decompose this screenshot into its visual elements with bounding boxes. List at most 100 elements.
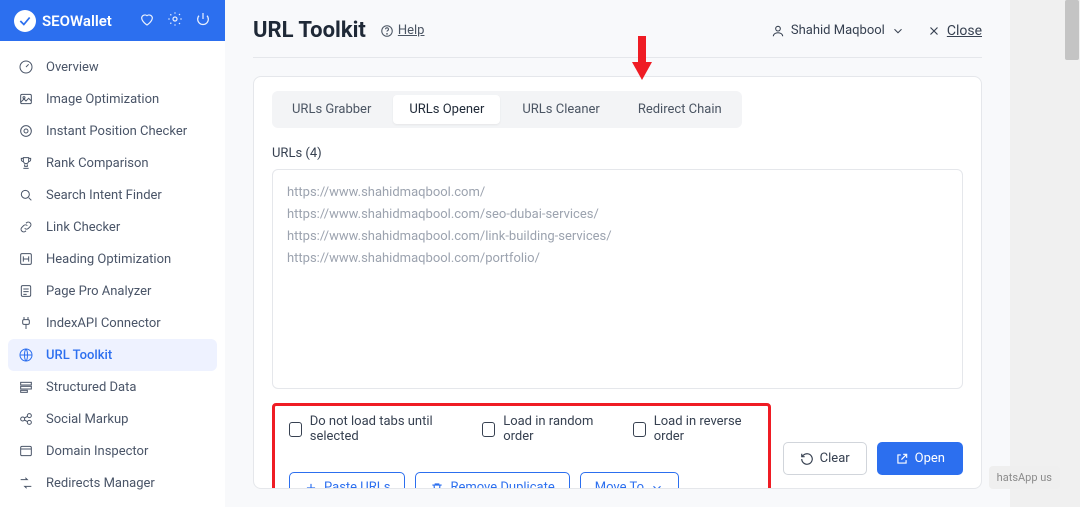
sidebar-item-overview[interactable]: Overview	[8, 51, 217, 83]
sidebar-item-label: Structured Data	[46, 380, 136, 395]
brand-name: SEOWallet	[42, 12, 112, 30]
sidebar-item-image-optimization[interactable]: Image Optimization	[8, 83, 217, 115]
tab-urls-grabber[interactable]: URLs Grabber	[276, 95, 387, 124]
social-icon	[18, 411, 34, 427]
brand-icon	[14, 10, 36, 32]
sidebar-item-label: Image Optimization	[46, 92, 159, 107]
dedupe-label: Remove Duplicate	[450, 480, 554, 489]
reset-icon	[800, 452, 814, 466]
sidebar-item-indexapi-connector[interactable]: IndexAPI Connector	[8, 307, 217, 339]
moveto-label: Move To	[595, 480, 644, 489]
target-icon	[18, 123, 34, 139]
struct-icon	[18, 379, 34, 395]
close-label: Close	[947, 23, 982, 39]
clear-label: Clear	[820, 451, 850, 466]
gauge-icon	[18, 59, 34, 75]
header-icons	[139, 11, 211, 31]
highlighted-options: Do not load tabs until selected Load in …	[272, 403, 771, 489]
open-icon	[895, 452, 909, 466]
whatsapp-widget[interactable]: hatsApp us	[989, 466, 1060, 489]
heart-icon[interactable]	[139, 11, 155, 31]
title-wrap: URL Toolkit Help	[253, 18, 424, 43]
sidebar-item-label: Instant Position Checker	[46, 124, 187, 139]
sidebar-item-label: Search Intent Finder	[46, 188, 162, 203]
right-buttons: Clear Open	[783, 442, 963, 475]
sidebar-item-link-checker[interactable]: Link Checker	[8, 211, 217, 243]
topbar-right: Shahid Maqbool Close	[771, 23, 982, 39]
browser-scrollbar	[1010, 0, 1080, 507]
power-icon[interactable]	[195, 11, 211, 31]
open-button[interactable]: Open	[877, 442, 963, 475]
tab-redirect-chain[interactable]: Redirect Chain	[622, 95, 738, 124]
sidebar-item-search-intent-finder[interactable]: Search Intent Finder	[8, 179, 217, 211]
paste-urls-button[interactable]: Paste URLs	[289, 472, 405, 489]
tool-card: URLs GrabberURLs OpenerURLs CleanerRedir…	[253, 76, 982, 489]
user-name: Shahid Maqbool	[791, 23, 885, 38]
urls-label: URLs (4)	[272, 146, 963, 161]
sidebar-item-rank-comparison[interactable]: Rank Comparison	[8, 147, 217, 179]
trophy-icon	[18, 155, 34, 171]
checkbox-row: Do not load tabs until selected Load in …	[289, 414, 754, 444]
sidebar-item-label: URL Toolkit	[46, 348, 112, 363]
chevron-down-icon	[891, 24, 905, 38]
checkbox-icon	[482, 422, 495, 437]
close-button[interactable]: Close	[927, 23, 982, 39]
plug-icon	[18, 315, 34, 331]
urls-textarea[interactable]	[272, 169, 963, 389]
sidebar-item-social-markup[interactable]: Social Markup	[8, 403, 217, 435]
help-icon	[380, 24, 394, 38]
checkbox-random-label: Load in random order	[503, 414, 605, 444]
sidebar-item-label: Rank Comparison	[46, 156, 149, 171]
heading-icon	[18, 251, 34, 267]
sidebar-item-label: Redirects Manager	[46, 476, 155, 491]
topbar: URL Toolkit Help Shahid Maqbool Close	[253, 18, 982, 58]
tabs: URLs GrabberURLs OpenerURLs CleanerRedir…	[272, 91, 742, 128]
help-link[interactable]: Help	[380, 23, 425, 38]
redirect-icon	[18, 475, 34, 491]
close-icon	[927, 24, 941, 38]
link-icon	[18, 219, 34, 235]
sidebar-item-domain-inspector[interactable]: Domain Inspector	[8, 435, 217, 467]
tab-urls-cleaner[interactable]: URLs Cleaner	[506, 95, 615, 124]
sidebar-item-url-toolkit[interactable]: URL Toolkit	[8, 339, 217, 371]
sidebar-item-local-search-simulator[interactable]: Local Search Simulator	[8, 499, 217, 507]
search-icon	[18, 187, 34, 203]
paste-label: Paste URLs	[324, 480, 390, 489]
checkbox-random[interactable]: Load in random order	[482, 414, 605, 444]
image-icon	[18, 91, 34, 107]
toolbar: Do not load tabs until selected Load in …	[272, 403, 963, 489]
checkbox-reverse[interactable]: Load in reverse order	[633, 414, 754, 444]
domain-icon	[18, 443, 34, 459]
checkbox-reverse-label: Load in reverse order	[654, 414, 754, 444]
main-panel: URL Toolkit Help Shahid Maqbool Close	[225, 0, 1010, 507]
sidebar-item-page-pro-analyzer[interactable]: Page Pro Analyzer	[8, 275, 217, 307]
user-menu[interactable]: Shahid Maqbool	[771, 23, 905, 38]
sidebar-item-instant-position-checker[interactable]: Instant Position Checker	[8, 115, 217, 147]
checkbox-no-load[interactable]: Do not load tabs until selected	[289, 414, 454, 444]
sidebar-item-heading-optimization[interactable]: Heading Optimization	[8, 243, 217, 275]
sidebar-item-structured-data[interactable]: Structured Data	[8, 371, 217, 403]
checkbox-icon	[633, 422, 646, 437]
sidebar-nav: Overview Image Optimization Instant Positi…	[0, 41, 225, 507]
remove-duplicate-button[interactable]: Remove Duplicate	[415, 472, 569, 489]
gear-icon[interactable]	[167, 11, 183, 31]
scroll-thumb[interactable]	[1065, 0, 1079, 60]
brand-logo[interactable]: SEOWallet	[14, 10, 112, 32]
clear-button[interactable]: Clear	[783, 442, 867, 475]
checkbox-icon	[289, 422, 302, 437]
sidebar-item-label: Social Markup	[46, 412, 128, 427]
sidebar-item-label: Heading Optimization	[46, 252, 171, 267]
app-shell: SEOWallet Overview Image Optimization Inst…	[0, 0, 1010, 507]
sidebar-item-label: Link Checker	[46, 220, 120, 235]
scroll-track[interactable]	[1064, 0, 1080, 507]
tab-urls-opener[interactable]: URLs Opener	[393, 95, 500, 124]
sidebar-item-label: Overview	[46, 60, 99, 75]
sidebar-header: SEOWallet	[0, 0, 225, 41]
move-to-button[interactable]: Move To	[580, 472, 679, 489]
chevron-down-icon	[650, 481, 664, 490]
sidebar-item-redirects-manager[interactable]: Redirects Manager	[8, 467, 217, 499]
page-icon	[18, 283, 34, 299]
open-label: Open	[915, 451, 945, 466]
page-title: URL Toolkit	[253, 18, 366, 43]
globe-icon	[18, 347, 34, 363]
